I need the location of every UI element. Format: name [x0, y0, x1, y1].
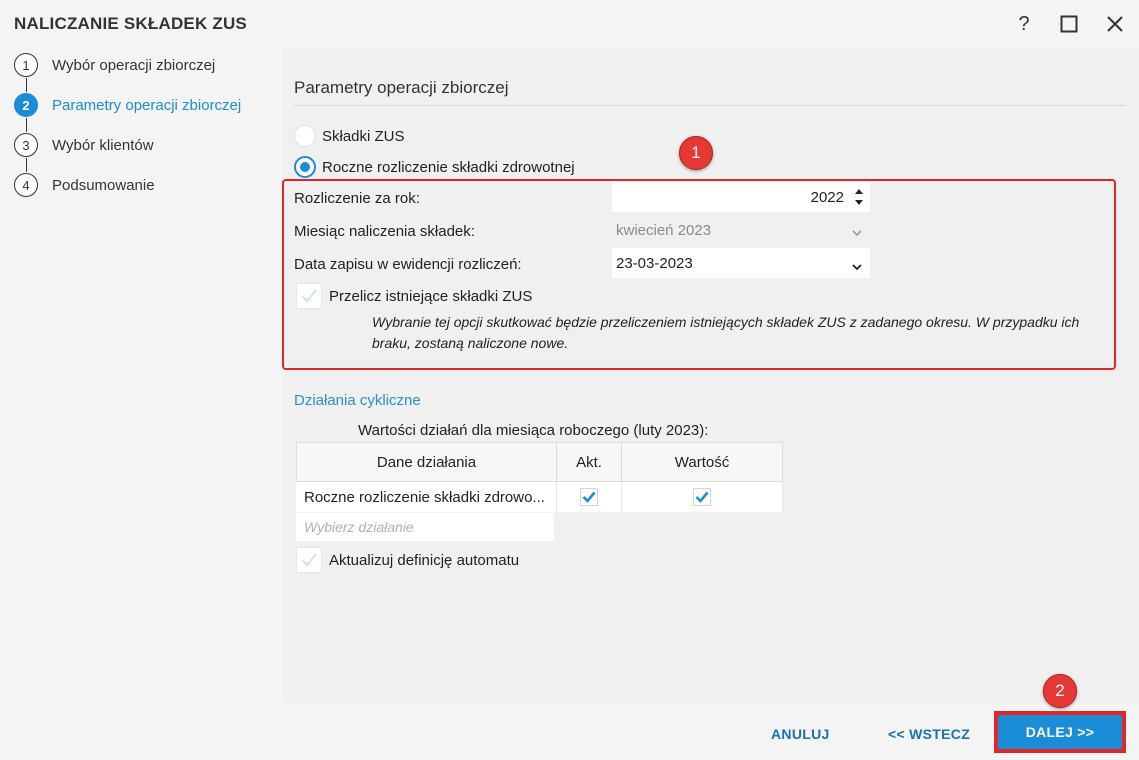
year-spinner[interactable]: 2022	[612, 182, 870, 212]
step-item-4[interactable]: 4 Podsumowanie	[14, 172, 155, 198]
step-label: Podsumowanie	[52, 176, 155, 194]
annotation-badge-2: 2	[1043, 674, 1077, 708]
check-icon	[301, 289, 317, 303]
column-header-wartosc[interactable]: Wartość	[622, 442, 783, 482]
step-number: 2	[14, 93, 38, 117]
step-connector	[26, 158, 27, 172]
update-label: Aktualizuj definicję automatu	[329, 551, 520, 569]
radio-skladki-zus[interactable]: Składki ZUS	[294, 124, 405, 148]
recalc-label: Przelicz istniejące składki ZUS	[329, 287, 533, 305]
footer-bar: ANULUJ << WSTECZ DALEJ >>	[282, 703, 1139, 760]
cyclic-actions-subtitle: Wartości działań dla miesiąca roboczego …	[358, 422, 709, 439]
column-header-dane[interactable]: Dane działania	[296, 442, 557, 482]
month-select: kwiecień 2023	[612, 215, 870, 245]
step-item-3[interactable]: 3 Wybór klientów	[14, 132, 154, 158]
next-button[interactable]: DALEJ >>	[994, 711, 1126, 753]
annotation-badge-1: 1	[679, 136, 713, 170]
step-label: Parametry operacji zbiorczej	[52, 96, 242, 114]
radio-label: Roczne rozliczenie składki zdrowotnej	[322, 158, 575, 176]
step-number: 3	[14, 133, 38, 157]
chevron-down-icon	[852, 224, 862, 241]
table-row-name[interactable]: Roczne rozliczenie składki zdrowo...	[296, 482, 557, 512]
date-label: Data zapisu w ewidencji rozliczeń:	[294, 256, 522, 273]
check-icon	[301, 553, 317, 567]
radio-button[interactable]	[294, 125, 316, 147]
step-connector	[26, 78, 27, 92]
recalc-checkbox-row[interactable]: Przelicz istniejące składki ZUS	[296, 283, 532, 309]
radio-button-selected[interactable]	[294, 156, 316, 178]
maximize-icon[interactable]	[1055, 10, 1083, 38]
cyclic-actions-title: Działania cykliczne	[294, 392, 421, 409]
radio-label: Składki ZUS	[322, 127, 405, 145]
cancel-button[interactable]: ANULUJ	[771, 726, 830, 742]
info-note: Wybranie tej opcji skutkować będzie prze…	[372, 314, 1080, 351]
back-button[interactable]: << WSTECZ	[888, 726, 970, 742]
step-label: Wybór klientów	[52, 136, 154, 154]
wartosc-checkbox[interactable]	[693, 488, 711, 506]
month-value: kwiecień 2023	[616, 221, 712, 239]
date-value: 23-03-2023	[616, 254, 693, 272]
table-cell-akt[interactable]	[557, 482, 622, 512]
spinner-arrows-icon[interactable]	[854, 186, 864, 212]
step-item-1[interactable]: 1 Wybór operacji zbiorczej	[14, 52, 215, 78]
window-title: NALICZANIE SKŁADEK ZUS	[14, 14, 247, 33]
table-cell-wartosc[interactable]	[622, 482, 783, 512]
chevron-down-icon[interactable]	[852, 258, 862, 275]
wizard-steps: 1 Wybór operacji zbiorczej 2 Parametry o…	[0, 48, 282, 760]
step-number: 1	[14, 53, 38, 77]
action-picker-input[interactable]: Wybierz działanie	[296, 513, 554, 541]
date-picker[interactable]: 23-03-2023	[612, 248, 870, 278]
close-icon[interactable]	[1101, 10, 1129, 38]
update-checkbox[interactable]	[296, 547, 322, 573]
update-checkbox-row[interactable]: Aktualizuj definicję automatu	[296, 547, 519, 573]
check-icon	[695, 491, 709, 503]
radio-roczne-rozliczenie[interactable]: Roczne rozliczenie składki zdrowotnej	[294, 155, 575, 179]
main-panel: Parametry operacji zbiorczej Składki ZUS…	[282, 48, 1139, 703]
step-number: 4	[14, 173, 38, 197]
section-title: Parametry operacji zbiorczej	[294, 78, 509, 97]
recalc-checkbox[interactable]	[296, 283, 322, 309]
year-label: Rozliczenie za rok:	[294, 190, 420, 207]
check-icon	[582, 491, 596, 503]
step-item-2[interactable]: 2 Parametry operacji zbiorczej	[14, 92, 241, 118]
divider	[294, 105, 1126, 106]
akt-checkbox[interactable]	[580, 488, 598, 506]
column-header-akt[interactable]: Akt.	[557, 442, 622, 482]
help-icon[interactable]: ?	[1010, 10, 1038, 38]
year-value: 2022	[810, 188, 844, 206]
step-connector	[26, 118, 27, 132]
title-bar: NALICZANIE SKŁADEK ZUS ?	[0, 0, 1139, 48]
step-label: Wybór operacji zbiorczej	[52, 56, 216, 74]
month-label: Miesiąc naliczenia składek:	[294, 223, 475, 240]
